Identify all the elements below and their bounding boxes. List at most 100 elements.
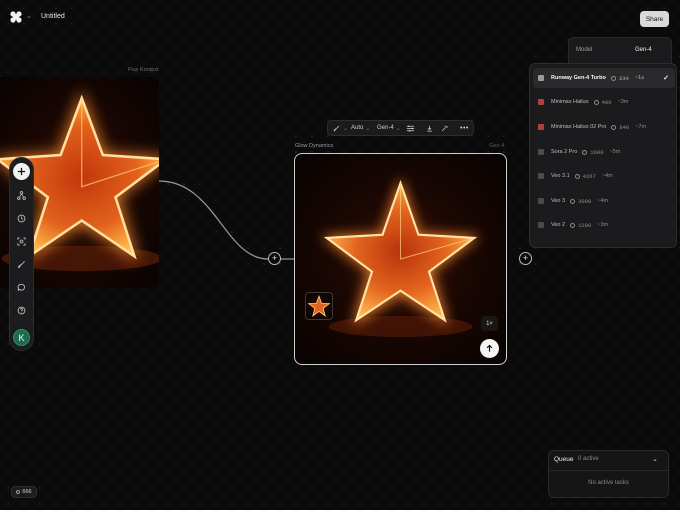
model-dropdown-toggle[interactable]: Gen-4 ⌄ — [377, 121, 401, 135]
model-option-time: ~5m — [609, 149, 621, 155]
model-option[interactable]: Veo 2 1200 ~3m — [533, 215, 675, 235]
check-icon: ✓ — [663, 75, 669, 82]
model-option-time: ~3m — [597, 222, 609, 228]
chevron-down-icon[interactable]: ⌄ — [652, 455, 658, 463]
model-icon — [538, 222, 544, 228]
document-title[interactable]: Untitled — [41, 13, 65, 20]
add-node-button[interactable] — [13, 163, 30, 180]
credit-value: 334 — [618, 74, 629, 82]
style-button[interactable]: ⌄ — [333, 121, 348, 135]
history-icon — [17, 214, 26, 223]
model-icon — [538, 173, 544, 179]
model-option-time: ~4m — [597, 198, 609, 204]
model-select-label: Model — [576, 47, 593, 53]
coin-icon — [570, 222, 576, 228]
model-option-credits: 840 — [611, 124, 629, 131]
model-icon — [538, 149, 544, 155]
model-option[interactable]: Sora 2 Pro 1600 ~5m — [533, 142, 675, 162]
model-dropdown-menu: Runway Gen-4 Turbo 334 ~1s ✓ Minimax Hailuo 4… — [529, 63, 677, 248]
credit-value: 400 — [601, 98, 612, 106]
aspect-dropdown[interactable]: Auto ⌄ — [351, 121, 370, 135]
model-option[interactable]: Veo 3.1 4267 ~4m — [533, 166, 675, 186]
brush-icon — [333, 125, 340, 131]
credits-badge[interactable]: 666 — [11, 486, 37, 498]
model-icon — [538, 75, 544, 81]
capture-button[interactable] — [13, 233, 30, 250]
queue-divider — [549, 470, 668, 471]
help-button[interactable] — [13, 302, 30, 319]
model-option[interactable]: Veo 3 3000 ~4m — [533, 191, 675, 211]
more-icon: ••• — [460, 124, 469, 132]
left-node-model-label: Flux Kontext — [128, 67, 159, 73]
model-option-time: ~3m — [617, 99, 629, 105]
coin-icon — [610, 75, 616, 81]
share-button[interactable]: Share — [640, 11, 669, 27]
model-option-name: Sora 2 Pro — [551, 149, 578, 155]
queue-active-count: 0 active — [578, 456, 599, 462]
help-icon — [17, 306, 26, 315]
brush-button[interactable] — [13, 256, 30, 273]
coin-icon — [593, 99, 599, 105]
model-option[interactable]: Runway Gen-4 Turbo 334 ~1s ✓ — [533, 68, 675, 88]
model-option-credits: 334 — [610, 74, 629, 82]
node-toolbar: ⌄ Auto ⌄ Gen-4 ⌄ ••• — [327, 120, 474, 136]
brush-icon — [17, 261, 25, 269]
model-option-credits: 1200 — [570, 222, 591, 229]
coin-icon — [570, 198, 576, 204]
model-option-time: ~4m — [601, 173, 613, 179]
arrow-up-icon — [486, 344, 493, 352]
more-button[interactable]: ••• — [460, 121, 469, 135]
model-option-credits: 400 — [593, 98, 612, 106]
model-option-name: Veo 3 — [551, 198, 566, 204]
center-node-image[interactable] — [294, 153, 507, 365]
model-icon — [538, 99, 544, 105]
chevron-down-icon: ⌄ — [365, 125, 371, 132]
center-node-title: Glow Dynamics — [295, 143, 334, 149]
model-option-name: Minimax Hailuo 02 Pro — [551, 124, 607, 130]
nodes-icon — [17, 191, 26, 200]
credit-value: 3000 — [578, 197, 592, 205]
coin-icon — [582, 149, 588, 155]
model-value: Gen-4 — [377, 125, 394, 131]
reference-thumbnail[interactable] — [305, 292, 333, 320]
model-option[interactable]: Minimax Hailuo 400 ~3m — [533, 92, 675, 112]
credit-value: 1600 — [590, 148, 604, 156]
node-output-handle[interactable]: + — [519, 252, 532, 265]
chat-icon — [17, 283, 25, 291]
nodes-button[interactable] — [13, 187, 30, 204]
output-count-badge[interactable]: 1× — [481, 316, 498, 331]
model-icon — [538, 124, 544, 130]
download-button[interactable] — [426, 121, 433, 135]
model-icon — [538, 198, 544, 204]
generate-button[interactable] — [480, 339, 499, 358]
model-option[interactable]: Minimax Hailuo 02 Pro 840 ~7m — [533, 117, 675, 137]
model-option-credits: 4267 — [574, 172, 596, 180]
plus-icon — [17, 167, 26, 176]
credits-value: 666 — [22, 489, 32, 495]
model-option-name: Veo 2 — [551, 222, 566, 228]
app-logo-icon[interactable] — [10, 11, 22, 23]
chevron-down-icon: ⌄ — [395, 125, 401, 132]
chevron-down-icon[interactable]: ⌄ — [26, 12, 32, 20]
capture-icon — [17, 237, 26, 246]
download-icon — [427, 125, 432, 132]
queue-empty-message: No active tasks — [588, 480, 629, 486]
node-input-handle[interactable]: + — [268, 252, 281, 265]
user-avatar[interactable]: K — [13, 329, 30, 346]
model-option-credits: 1600 — [582, 148, 604, 156]
settings-button[interactable] — [406, 121, 415, 135]
chat-button[interactable] — [13, 279, 30, 296]
model-option-time: ~1s — [634, 75, 645, 81]
magic-button[interactable] — [441, 121, 448, 135]
credit-value: 4267 — [582, 172, 596, 180]
sliders-icon — [406, 124, 415, 132]
queue-title: Queue — [554, 456, 574, 463]
model-option-time: ~7m — [635, 124, 647, 130]
coin-icon — [574, 173, 580, 179]
left-toolbar: K — [9, 157, 34, 351]
history-button[interactable] — [13, 210, 30, 227]
credit-value: 1200 — [578, 221, 592, 229]
model-select-value: Gen-4 — [635, 47, 652, 53]
credit-value: 840 — [619, 123, 630, 131]
coin-icon — [16, 490, 21, 494]
